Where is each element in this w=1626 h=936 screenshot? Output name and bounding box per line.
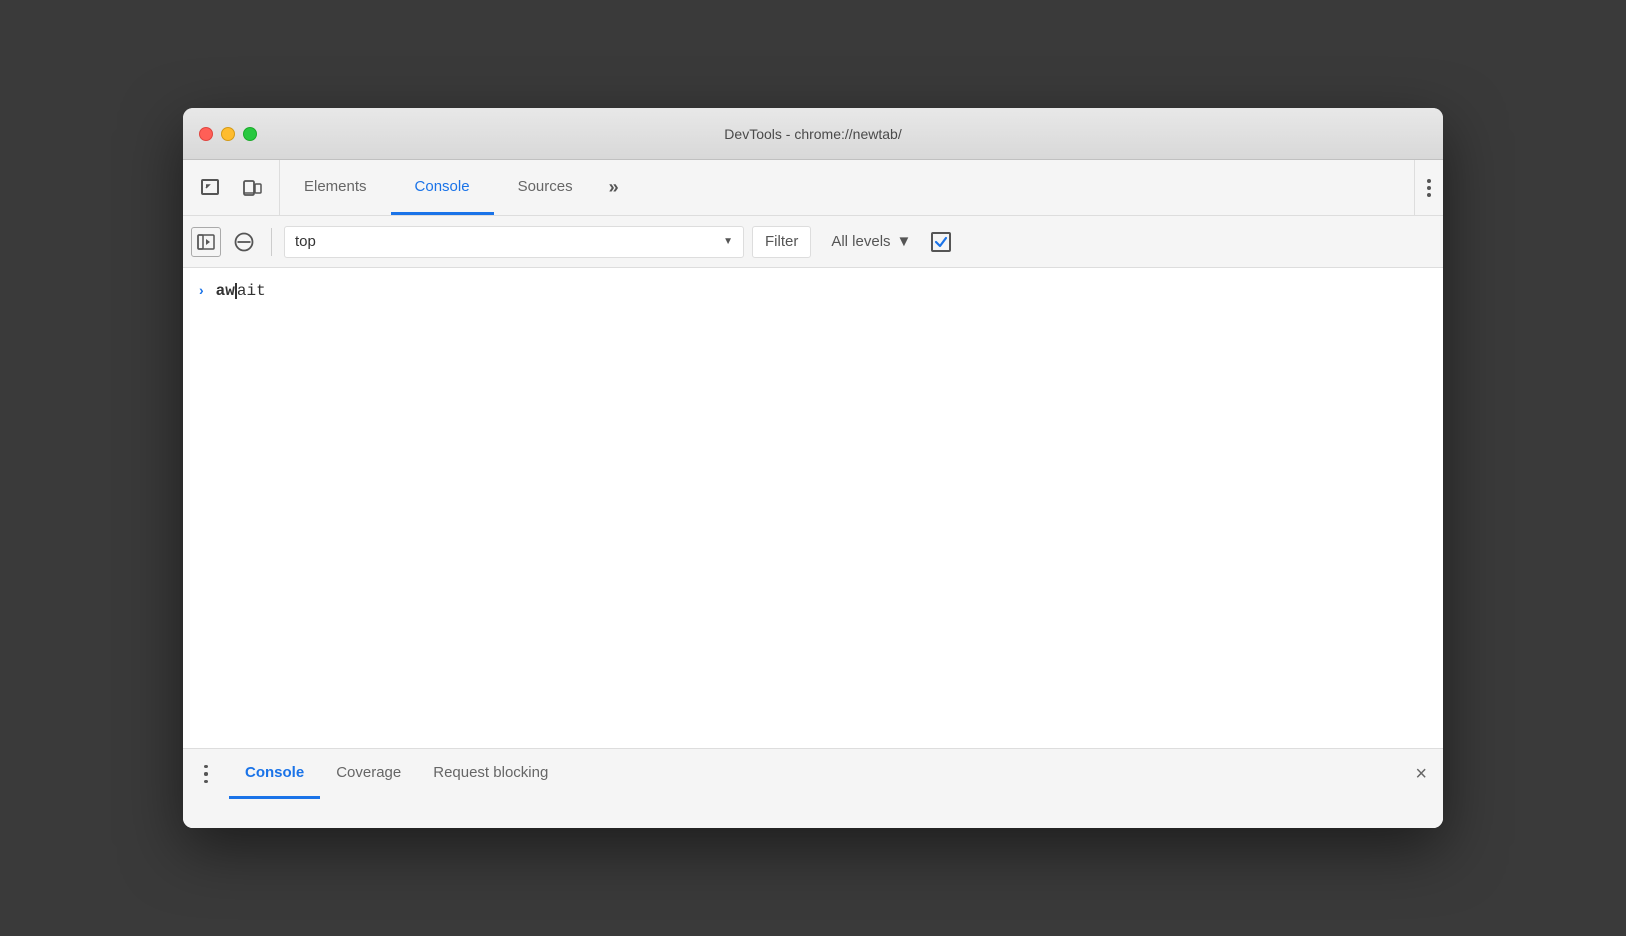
drawer-tab-request-blocking[interactable]: Request blocking	[417, 749, 564, 799]
drawer-close-button[interactable]: ×	[1407, 764, 1435, 784]
filter-input[interactable]: Filter	[752, 226, 811, 258]
context-label: top	[295, 233, 316, 250]
drawer-tab-console[interactable]: Console	[229, 749, 320, 799]
drawer-tabs: Console Coverage Request blocking ×	[183, 749, 1443, 799]
console-prompt-arrow[interactable]: ›	[199, 282, 204, 298]
context-selector[interactable]: top ▼	[284, 226, 744, 258]
tab-sources[interactable]: Sources	[494, 160, 597, 215]
tab-elements[interactable]: Elements	[280, 160, 391, 215]
inspect-element-button[interactable]	[195, 173, 225, 203]
devtools-body: Elements Console Sources »	[183, 160, 1443, 828]
toolbar-icons-group	[183, 160, 280, 215]
more-options-button[interactable]	[1427, 179, 1431, 197]
console-content[interactable]: › await	[183, 268, 1443, 748]
tab-console[interactable]: Console	[391, 160, 494, 215]
bottom-drawer: Console Coverage Request blocking ×	[183, 748, 1443, 828]
devtools-window: DevTools - chrome://newtab/	[183, 108, 1443, 828]
minimize-button[interactable]	[221, 127, 235, 141]
toolbar-right-icons	[1414, 160, 1443, 215]
toolbar-divider	[271, 228, 272, 256]
sidebar-toggle-button[interactable]	[191, 227, 221, 257]
console-input: await	[216, 282, 266, 300]
close-button[interactable]	[199, 127, 213, 141]
tabs-area: Elements Console Sources »	[280, 160, 1414, 215]
all-levels-dropdown[interactable]: All levels ▼	[819, 226, 923, 258]
input-mono-part: ait	[237, 282, 266, 300]
input-bold-part: aw	[216, 282, 235, 300]
console-line: › await	[199, 276, 1427, 308]
drawer-bottom-line	[183, 799, 1443, 803]
traffic-lights	[199, 127, 257, 141]
drawer-tab-coverage[interactable]: Coverage	[320, 749, 417, 799]
all-levels-arrow: ▼	[897, 233, 912, 250]
window-title: DevTools - chrome://newtab/	[724, 126, 901, 142]
context-selector-arrow: ▼	[723, 236, 733, 247]
drawer-menu-button[interactable]	[191, 759, 221, 789]
clear-console-button[interactable]	[229, 227, 259, 257]
checkbox-button[interactable]	[931, 232, 951, 252]
title-bar: DevTools - chrome://newtab/	[183, 108, 1443, 160]
top-toolbar: Elements Console Sources »	[183, 160, 1443, 216]
maximize-button[interactable]	[243, 127, 257, 141]
device-toggle-button[interactable]	[237, 173, 267, 203]
console-toolbar: top ▼ Filter All levels ▼	[183, 216, 1443, 268]
more-tabs-button[interactable]: »	[597, 160, 631, 215]
